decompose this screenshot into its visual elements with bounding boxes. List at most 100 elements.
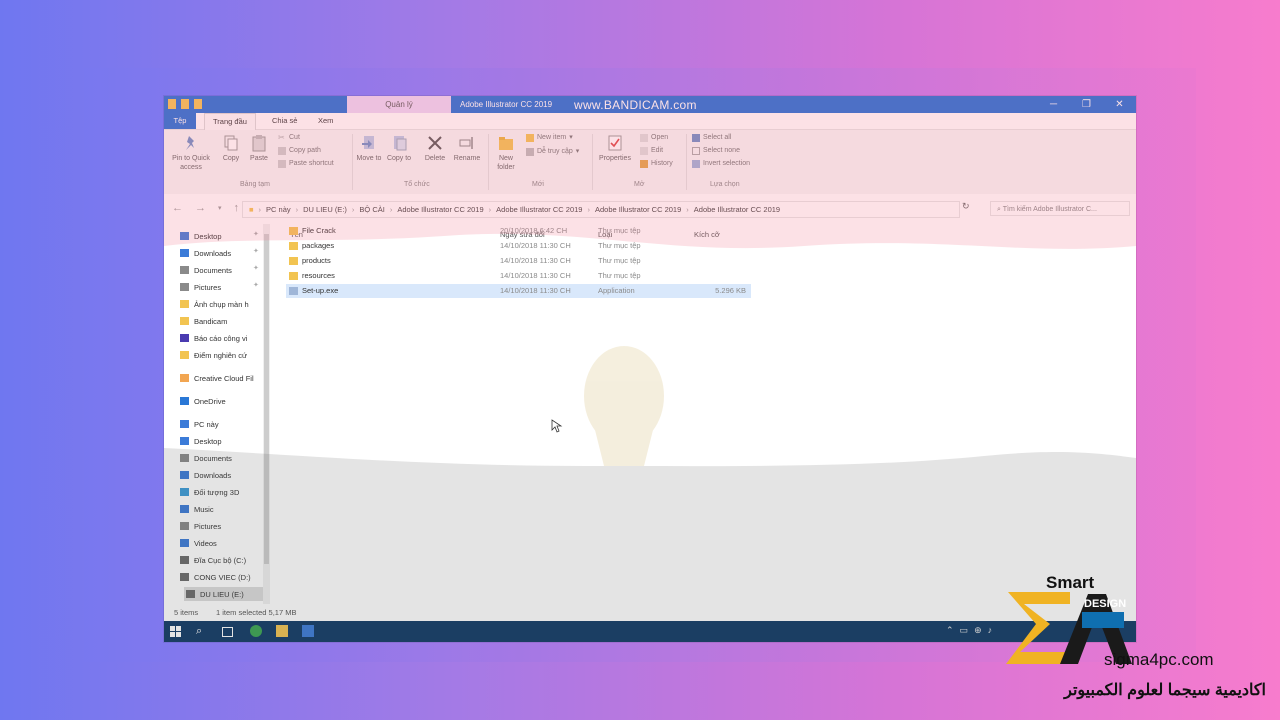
sidebar-item[interactable]: OneDrive <box>180 394 226 408</box>
sidebar-item[interactable]: DU LIEU (E:) <box>184 587 264 601</box>
sidebar-item[interactable]: Bandicam <box>180 314 227 328</box>
sidebar-item[interactable]: Pictures <box>180 519 221 533</box>
sidebar-item[interactable]: Pictures <box>180 280 221 294</box>
folder-icon <box>289 272 298 280</box>
new-item-button[interactable]: New item ▾ <box>526 133 573 143</box>
chrome-icon[interactable] <box>250 625 262 637</box>
copy-button[interactable]: Copy <box>218 134 244 163</box>
breadcrumb-separator[interactable]: › <box>686 202 689 217</box>
select-all-button[interactable]: Select all <box>692 133 731 143</box>
breadcrumb-separator[interactable]: › <box>390 202 393 217</box>
history-button[interactable]: History <box>640 159 673 169</box>
breadcrumb-item[interactable]: DU LIEU (E:) <box>303 202 347 217</box>
maximize-button[interactable]: ❐ <box>1070 96 1103 113</box>
volume-icon[interactable]: ♪ <box>988 625 993 636</box>
quick-access-toolbar[interactable] <box>168 99 202 109</box>
sidebar-item-label: Music <box>194 504 214 514</box>
pictures-icon <box>180 522 189 530</box>
invert-selection-button[interactable]: Invert selection <box>692 159 750 169</box>
language-icon[interactable]: ⊕ <box>974 625 982 636</box>
paste-shortcut-button[interactable]: Paste shortcut <box>278 159 334 169</box>
windows-start-icon[interactable] <box>170 625 182 637</box>
close-button[interactable]: ✕ <box>1103 96 1136 113</box>
tab-view[interactable]: Xem <box>310 113 341 129</box>
breadcrumb-item[interactable]: Adobe Illustrator CC 2019 <box>496 202 582 217</box>
copy-path-button[interactable]: Copy path <box>278 146 321 156</box>
sidebar-item[interactable]: Báo cáo công vi <box>180 331 247 345</box>
file-row[interactable]: File Crack 20/10/2018 6:42 CH Thư mục tệp <box>286 224 751 238</box>
sidebar-item[interactable]: Ảnh chụp màn h <box>180 297 249 311</box>
nav-scrollbar[interactable] <box>263 224 270 604</box>
group-label-organize: Tổ chức <box>404 181 430 188</box>
forward-arrow-icon[interactable]: → <box>195 202 206 216</box>
move-to-icon <box>362 136 374 149</box>
search-icon[interactable]: ⌕ <box>196 625 208 637</box>
breadcrumb-separator[interactable]: › <box>352 202 355 217</box>
pc-icon <box>180 420 189 428</box>
sidebar-item[interactable]: Downloads <box>180 468 231 482</box>
sidebar-item[interactable]: Đối tượng 3D <box>180 485 239 499</box>
folder-icon <box>194 99 202 109</box>
chevron-up-icon[interactable]: ⌃ <box>946 625 954 636</box>
sidebar-item-label: PC này <box>194 419 219 429</box>
sidebar-item[interactable]: Documents <box>180 263 232 277</box>
easy-access-button[interactable]: Dễ truy cập ▾ <box>526 147 579 157</box>
copy-to-button[interactable]: Copy to <box>386 134 412 163</box>
task-view-icon[interactable] <box>222 627 233 637</box>
sidebar-item[interactable]: PC này <box>180 417 219 431</box>
sidebar-item[interactable]: Điểm nghiên cứ <box>180 348 247 362</box>
network-icon[interactable]: ▭ <box>960 625 969 636</box>
tab-home[interactable]: Trang đầu <box>204 113 256 130</box>
file-row[interactable]: packages 14/10/2018 11:30 CH Thư mục tệp <box>286 239 751 253</box>
context-tab-manage[interactable]: Quản lý <box>347 96 451 113</box>
sidebar-item[interactable]: Desktop <box>180 229 222 243</box>
recent-dropdown-icon[interactable]: ▾ <box>218 202 222 216</box>
select-none-button[interactable]: Select none <box>692 146 740 156</box>
sidebar-item[interactable]: Downloads <box>180 246 231 260</box>
open-button[interactable]: Open <box>640 133 668 143</box>
move-to-button[interactable]: Move to <box>356 134 382 163</box>
sidebar-item[interactable]: Đĩa Cục bộ (C:) <box>180 553 246 567</box>
sidebar-item[interactable]: Music <box>180 502 214 516</box>
cut-button[interactable]: ✂ Cut <box>278 133 300 143</box>
refresh-icon[interactable]: ↻ <box>962 201 970 212</box>
file-row[interactable]: Set-up.exe 14/10/2018 11:30 CH Application… <box>286 284 751 298</box>
rename-button[interactable]: Rename <box>452 134 482 163</box>
scrollbar-thumb[interactable] <box>264 234 269 564</box>
sidebar-item[interactable]: Desktop <box>180 434 222 448</box>
sidebar-item[interactable]: Creative Cloud Fil <box>180 371 254 385</box>
pin-to-quick-access-button[interactable]: Pin to Quick access <box>168 134 214 172</box>
file-row[interactable]: resources 14/10/2018 11:30 CH Thư mục tệp <box>286 269 751 283</box>
breadcrumb-item[interactable]: Adobe Illustrator CC 2019 <box>397 202 483 217</box>
app-taskbar-icon[interactable] <box>302 625 314 637</box>
breadcrumb-item[interactable]: Adobe Illustrator CC 2019 <box>694 202 780 217</box>
file-row[interactable]: products 14/10/2018 11:30 CH Thư mục tệp <box>286 254 751 268</box>
copy-icon <box>224 135 238 151</box>
breadcrumb-separator[interactable]: › <box>296 202 299 217</box>
sidebar-item[interactable]: Documents <box>180 451 232 465</box>
file-name: Set-up.exe <box>302 286 339 295</box>
minimize-button[interactable]: ─ <box>1037 96 1070 113</box>
breadcrumb-item[interactable]: Adobe Illustrator CC 2019 <box>595 202 681 217</box>
breadcrumb-separator[interactable]: › <box>259 202 262 217</box>
selection-info: 1 item selected 5,17 MB <box>216 608 297 617</box>
edit-button[interactable]: Edit <box>640 146 663 156</box>
file-explorer-taskbar-icon[interactable] <box>276 625 288 637</box>
file-type: Thư mục tệp <box>598 241 641 250</box>
tab-file[interactable]: Tệp <box>164 113 196 129</box>
breadcrumb-separator[interactable]: › <box>587 202 590 217</box>
up-arrow-icon[interactable]: ↑ <box>234 202 240 216</box>
back-arrow-icon[interactable]: ← <box>172 202 183 216</box>
sidebar-item[interactable]: CONG VIEC (D:) <box>180 570 251 584</box>
paste-button[interactable]: Paste <box>246 134 272 163</box>
breadcrumb-item[interactable]: BỘ CÀI <box>359 202 384 217</box>
search-input[interactable]: ⌕ Tìm kiếm Adobe Illustrator C... <box>990 201 1130 216</box>
sidebar-item[interactable]: Videos <box>180 536 217 550</box>
delete-button[interactable]: Delete <box>420 134 450 163</box>
breadcrumb[interactable]: ■ › PC này › DU LIEU (E:) › BỘ CÀI › Adobe Illu… <box>242 201 960 218</box>
breadcrumb-item[interactable]: PC này <box>266 202 291 217</box>
breadcrumb-separator[interactable]: › <box>489 202 492 217</box>
new-folder-button[interactable]: New folder <box>492 134 520 172</box>
tab-share[interactable]: Chia sẻ <box>264 113 305 129</box>
properties-button[interactable]: Properties <box>596 134 634 163</box>
